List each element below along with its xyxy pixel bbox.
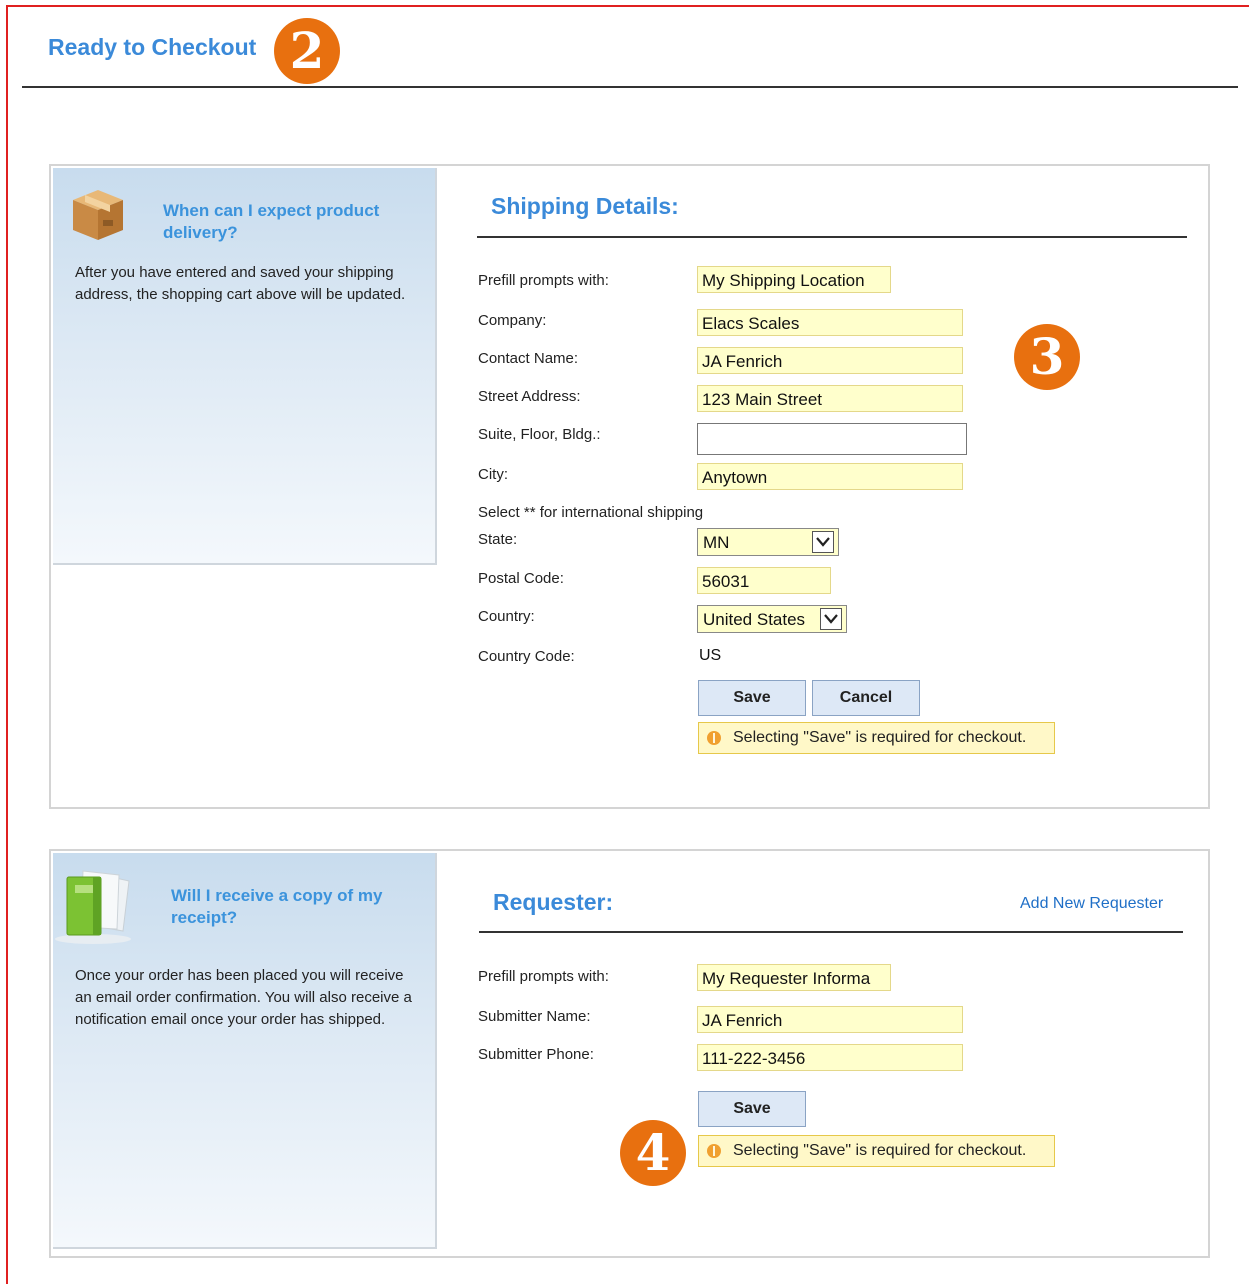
- submitter-phone-label: Submitter Phone:: [478, 1046, 594, 1063]
- suite-label: Suite, Floor, Bldg.:: [478, 426, 601, 443]
- submitter-name-field[interactable]: JA Fenrich: [697, 1006, 963, 1033]
- company-label: Company:: [478, 312, 547, 329]
- requester-save-notice-text: Selecting "Save" is required for checkou…: [733, 1142, 1027, 1159]
- step-badge-2: 2: [274, 18, 340, 84]
- shipping-save-notice: Selecting "Save" is required for checkou…: [698, 722, 1055, 754]
- company-field[interactable]: Elacs Scales: [697, 309, 963, 336]
- shipping-panel: When can I expect product delivery? Afte…: [49, 164, 1210, 809]
- shipping-save-notice-text: Selecting "Save" is required for checkou…: [733, 729, 1027, 746]
- city-label: City:: [478, 466, 508, 483]
- shipping-cancel-button[interactable]: Cancel: [812, 680, 920, 716]
- info-warning-icon: [707, 731, 721, 745]
- requester-help-box: Will I receive a copy of my receipt? Onc…: [53, 853, 437, 1249]
- requester-save-button[interactable]: Save: [698, 1091, 806, 1127]
- prefill-label: Prefill prompts with:: [478, 272, 609, 289]
- receipt-document-icon: [55, 870, 131, 944]
- shipping-section-title: Shipping Details:: [491, 193, 679, 219]
- requester-prefill-label: Prefill prompts with:: [478, 968, 609, 985]
- requester-help-title: Will I receive a copy of my receipt?: [171, 886, 383, 927]
- street-address-label: Street Address:: [478, 388, 581, 405]
- chevron-down-icon[interactable]: [820, 608, 842, 630]
- add-new-requester-link[interactable]: Add New Requester: [1020, 895, 1163, 913]
- contact-name-field[interactable]: JA Fenrich: [697, 347, 963, 374]
- step-badge-4: 4: [620, 1120, 686, 1186]
- submitter-name-label: Submitter Name:: [478, 1008, 591, 1025]
- street-address-field[interactable]: 123 Main Street: [697, 385, 963, 412]
- chevron-down-icon[interactable]: [812, 531, 834, 553]
- requester-prefill-select[interactable]: My Requester Informa: [697, 964, 891, 991]
- submitter-phone-field[interactable]: 111-222-3456: [697, 1044, 963, 1071]
- shipping-help-box: When can I expect product delivery? Afte…: [53, 168, 437, 565]
- shipping-prefill-select[interactable]: My Shipping Location: [697, 266, 891, 293]
- requester-section-title: Requester:: [493, 889, 614, 915]
- country-code-label: Country Code:: [478, 648, 575, 665]
- country-select[interactable]: United States: [697, 605, 847, 633]
- title-divider: [22, 86, 1238, 88]
- step-badge-3: 3: [1014, 324, 1080, 390]
- suite-field[interactable]: [697, 423, 967, 455]
- city-field[interactable]: Anytown: [697, 463, 963, 490]
- state-label: State:: [478, 531, 518, 548]
- shipping-help-text: After you have entered and saved your sh…: [75, 264, 406, 303]
- country-select-value: United States: [703, 610, 806, 629]
- requester-save-notice: Selecting "Save" is required for checkou…: [698, 1135, 1055, 1167]
- package-box-icon: [73, 190, 123, 240]
- state-select-value: MN: [703, 533, 730, 552]
- postal-code-label: Postal Code:: [478, 570, 564, 587]
- country-label: Country:: [478, 608, 535, 625]
- shipping-save-button[interactable]: Save: [698, 680, 806, 716]
- state-select[interactable]: MN: [697, 528, 839, 556]
- requester-panel: Will I receive a copy of my receipt? Onc…: [49, 849, 1210, 1258]
- requester-section-divider: [479, 931, 1183, 933]
- shipping-section-divider: [477, 236, 1187, 238]
- info-warning-icon: [707, 1144, 721, 1158]
- shipping-help-title: When can I expect product delivery?: [163, 201, 380, 242]
- requester-help-text: Once your order has been placed you will…: [75, 967, 412, 1028]
- international-note: Select ** for international shipping: [478, 504, 704, 521]
- country-code-value: US: [699, 647, 722, 664]
- postal-code-field[interactable]: 56031: [697, 567, 831, 594]
- page-title: Ready to Checkout: [48, 34, 257, 60]
- contact-name-label: Contact Name:: [478, 350, 579, 367]
